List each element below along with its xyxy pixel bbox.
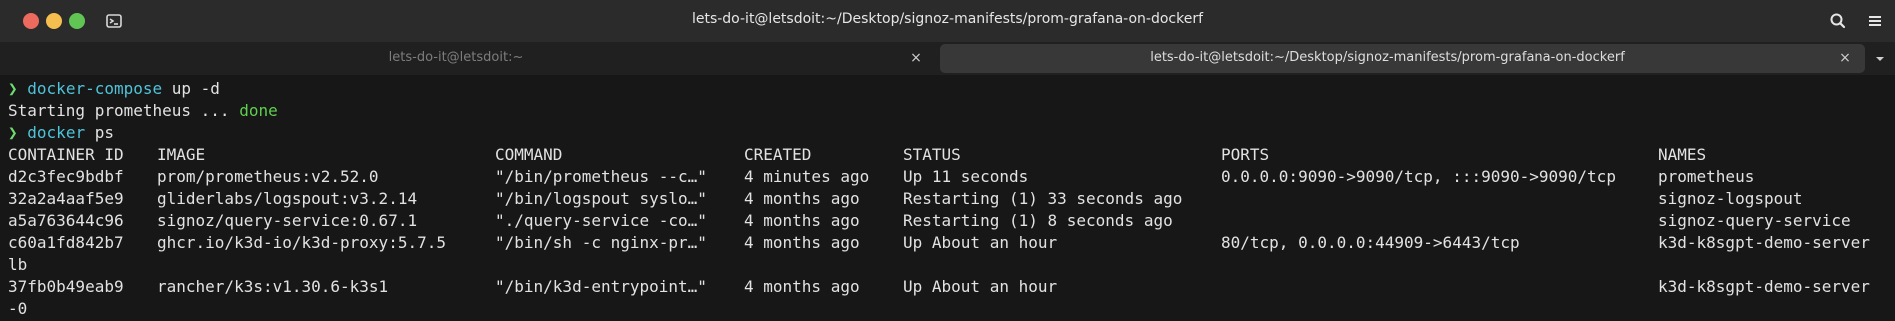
command-name: docker-compose: [27, 79, 163, 98]
tab-home[interactable]: lets-do-it@letsdoit:~ ×: [6, 44, 936, 73]
header-status: STATUS: [903, 145, 961, 164]
hamburger-menu-icon[interactable]: [1865, 11, 1885, 31]
cell-created: 4 months ago: [744, 233, 860, 252]
cell-command: "/bin/k3d-entrypoint…": [495, 277, 707, 296]
header-created: CREATED: [744, 145, 812, 164]
wrapped-text: lb: [8, 255, 28, 274]
cell-names: signoz-query-service: [1658, 211, 1851, 230]
cell-image: rancher/k3s:v1.30.6-k3s1: [157, 277, 389, 296]
cell-created: 4 months ago: [744, 189, 860, 208]
cell-ports: 0.0.0.0:9090->9090/tcp, :::9090->9090/tc…: [1221, 167, 1616, 186]
header-container-id: CONTAINER ID: [8, 145, 124, 164]
prompt-symbol: ❯: [8, 79, 18, 98]
cell-created: 4 months ago: [744, 277, 860, 296]
header-command: COMMAND: [495, 145, 563, 164]
cell-image: prom/prometheus:v2.52.0: [157, 167, 379, 186]
cell-container-id: a5a763644c96: [8, 211, 124, 230]
cell-image: ghcr.io/k3d-io/k3d-proxy:5.7.5: [157, 233, 446, 252]
command-line: ❯ docker ps: [8, 123, 114, 145]
cell-status: Restarting (1) 8 seconds ago: [903, 211, 1173, 230]
command-line: ❯ docker-compose up -d: [8, 79, 220, 101]
cell-image: gliderlabs/logspout:v3.2.14: [157, 189, 418, 208]
window-title: lets-do-it@letsdoit:~/Desktop/signoz-man…: [691, 11, 1204, 27]
cell-status: Restarting (1) 33 seconds ago: [903, 189, 1183, 208]
cell-container-id: 32a2a4aaf5e9: [8, 189, 124, 208]
cell-names: k3d-k8sgpt-demo-server: [1658, 233, 1870, 252]
cell-ports: 80/tcp, 0.0.0.0:44909->6443/tcp: [1221, 233, 1520, 252]
cell-created: 4 minutes ago: [744, 167, 870, 186]
cell-status: Up 11 seconds: [903, 167, 1029, 186]
search-icon[interactable]: [1828, 11, 1848, 31]
tab-label: lets-do-it@letsdoit:~/Desktop/signoz-man…: [1150, 50, 1625, 65]
tab-close-button[interactable]: ×: [1835, 48, 1855, 68]
cell-container-id: d2c3fec9bdbf: [8, 167, 124, 186]
done-status: done: [239, 101, 278, 120]
cell-status: Up About an hour: [903, 277, 1058, 296]
cell-image: signoz/query-service:0.67.1: [157, 211, 418, 230]
header-image: IMAGE: [157, 145, 206, 164]
tab-close-button[interactable]: ×: [906, 48, 926, 68]
prompt-symbol: ❯: [8, 123, 18, 142]
cell-container-id: 37fb0b49eab9: [8, 277, 124, 296]
scrollbar[interactable]: [1886, 77, 1895, 321]
chevron-down-icon[interactable]: [1873, 52, 1887, 66]
header-names: NAMES: [1658, 145, 1707, 164]
tab-label: lets-do-it@letsdoit:~: [388, 50, 524, 65]
command-name: docker: [27, 123, 86, 142]
title-bar[interactable]: lets-do-it@letsdoit:~/Desktop/signoz-man…: [0, 0, 1895, 43]
wrapped-text: -0: [8, 299, 28, 318]
command-args: ps: [85, 123, 114, 142]
cell-container-id: c60a1fd842b7: [8, 233, 124, 252]
terminal-output[interactable]: ❯ docker-compose up -d Starting promethe…: [0, 77, 1895, 321]
cell-names: prometheus: [1658, 167, 1755, 186]
tab-prom-grafana[interactable]: lets-do-it@letsdoit:~/Desktop/signoz-man…: [940, 44, 1865, 73]
header-ports: PORTS: [1221, 145, 1270, 164]
cell-status: Up About an hour: [903, 233, 1058, 252]
cell-command: "/bin/logspout syslo…": [495, 189, 707, 208]
output-text: Starting prometheus ...: [8, 101, 240, 120]
cell-command: "/bin/prometheus --c…": [495, 167, 707, 186]
cell-created: 4 months ago: [744, 211, 860, 230]
tab-bar: lets-do-it@letsdoit:~ × lets-do-it@letsd…: [0, 42, 1895, 75]
output-line: Starting prometheus ... done: [8, 101, 278, 123]
command-args: up -d: [162, 79, 220, 98]
cell-command: "./query-service -co…": [495, 211, 707, 230]
cell-command: "/bin/sh -c nginx-pr…": [495, 233, 707, 252]
terminal-window: lets-do-it@letsdoit:~/Desktop/signoz-man…: [0, 0, 1895, 321]
cell-names: signoz-logspout: [1658, 189, 1803, 208]
cell-names: k3d-k8sgpt-demo-server: [1658, 277, 1870, 296]
